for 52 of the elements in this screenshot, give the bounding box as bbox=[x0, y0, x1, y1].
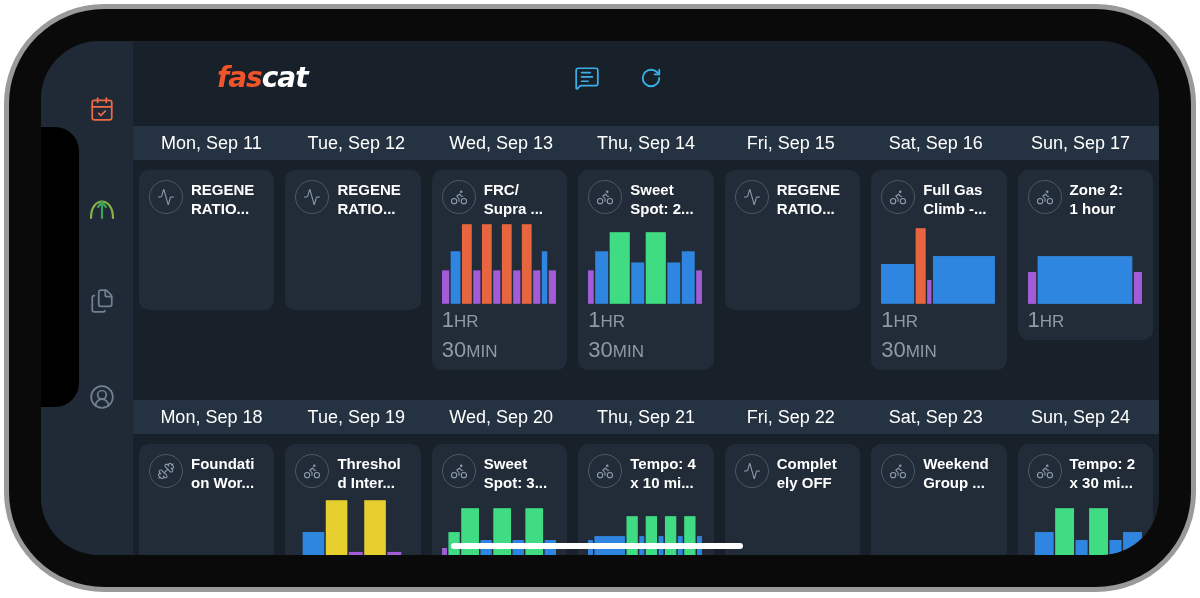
messages-icon[interactable] bbox=[573, 64, 600, 91]
workout-title: Weekend Group ... bbox=[923, 454, 989, 492]
workout-title: Tempo: 2 x 30 mi... bbox=[1069, 454, 1136, 492]
workout-title: Zone 2: 1 hour bbox=[1069, 180, 1123, 218]
workout-card[interactable]: Zone 2: 1 hour 1HR bbox=[1017, 170, 1153, 340]
workout-title: Threshol d Inter... bbox=[337, 454, 401, 492]
day-label: Tue, Sep 19 bbox=[307, 405, 405, 429]
refresh-icon[interactable] bbox=[639, 66, 662, 89]
duration-text: 1HR bbox=[588, 306, 626, 334]
duration-text: 1HR bbox=[881, 306, 918, 334]
day-label: Tue, Sep 12 bbox=[307, 131, 405, 155]
day-label: Wed, Sep 20 bbox=[449, 405, 553, 429]
day-label: Sat, Sep 16 bbox=[888, 131, 983, 155]
workout-title: Full Gas Climb -... bbox=[923, 180, 987, 218]
day-label: Wed, Sep 13 bbox=[449, 131, 553, 155]
workout-title: Sweet Spot: 2... bbox=[630, 180, 694, 218]
workout-card[interactable]: Sweet Spot: 2... 1HR 30MIN bbox=[578, 170, 714, 370]
workout-title: REGENE RATIO... bbox=[337, 180, 401, 218]
workout-title: Sweet Spot: 3... bbox=[483, 454, 548, 492]
workout-card[interactable]: Threshol d Inter... bbox=[285, 444, 421, 555]
fascat-logo: fascat bbox=[217, 59, 308, 96]
workout-title: Tempo: 4 x 10 mi... bbox=[630, 454, 696, 492]
workout-title: REGENE RATIO... bbox=[776, 180, 841, 218]
workout-card[interactable]: Tempo: 2 x 30 mi... bbox=[1017, 444, 1153, 555]
workout-card[interactable]: REGENE RATIO... bbox=[139, 170, 275, 310]
duration-text: 30MIN bbox=[881, 336, 937, 364]
day-label: Sun, Sep 17 bbox=[1031, 131, 1131, 155]
workout-card[interactable]: Weekend Group ... bbox=[871, 444, 1007, 555]
workout-card[interactable]: Sweet Spot: 3... bbox=[431, 444, 568, 555]
workout-card[interactable]: REGENE RATIO... bbox=[724, 170, 861, 310]
duration-text: 30MIN bbox=[588, 336, 644, 364]
workout-title: Foundati on Wor... bbox=[191, 454, 255, 492]
day-label: Thu, Sep 21 bbox=[596, 405, 696, 429]
day-label: Fri, Sep 15 bbox=[746, 131, 835, 155]
day-label: Fri, Sep 22 bbox=[746, 405, 835, 429]
duration-text: 1HR bbox=[441, 306, 479, 334]
workout-card[interactable]: Tempo: 4 x 10 mi... bbox=[578, 444, 714, 555]
workout-card[interactable]: REGENE RATIO... bbox=[285, 170, 421, 310]
day-label: Sun, Sep 24 bbox=[1031, 405, 1131, 429]
day-label: Sat, Sep 23 bbox=[888, 405, 983, 429]
day-label: Mon, Sep 11 bbox=[161, 131, 262, 155]
workout-title: REGENE RATIO... bbox=[191, 180, 255, 218]
workout-title: Complet ely OFF bbox=[776, 454, 837, 492]
day-label: Thu, Sep 14 bbox=[596, 131, 696, 155]
workout-title: FRC/ Supra ... bbox=[483, 180, 544, 218]
workout-card[interactable]: FRC/ Supra ... 1HR 30MIN bbox=[431, 170, 568, 370]
workout-card[interactable]: Foundati on Wor... bbox=[139, 444, 275, 555]
day-label: Mon, Sep 18 bbox=[160, 405, 263, 429]
workout-card[interactable]: Full Gas Climb -... 1HR 30MIN bbox=[871, 170, 1007, 370]
duration-text: 1HR bbox=[1027, 306, 1065, 334]
workout-card[interactable]: Complet ely OFF bbox=[724, 444, 861, 555]
duration-text: 30MIN bbox=[441, 336, 498, 364]
